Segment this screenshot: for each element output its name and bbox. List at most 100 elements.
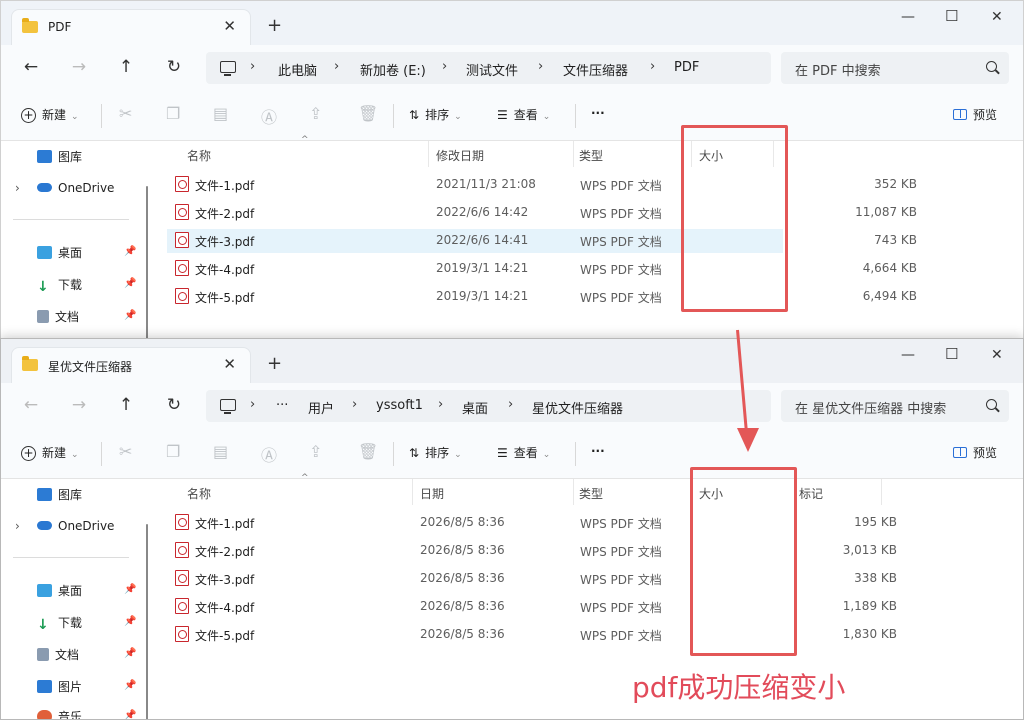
back-button[interactable]: ← — [21, 395, 41, 415]
sidebar-item-documents[interactable]: 文档 — [37, 646, 79, 663]
column-divider[interactable] — [428, 141, 429, 167]
paste-icon[interactable]: ▤ — [213, 104, 228, 123]
document-icon — [37, 648, 49, 661]
breadcrumb-item[interactable]: yssoft1 — [376, 398, 423, 413]
column-divider[interactable] — [573, 141, 574, 167]
sidebar-item-gallery[interactable]: 图库 — [37, 486, 82, 503]
chevron-down-icon: ⌄ — [71, 112, 79, 122]
search-input[interactable]: 在 PDF 中搜索 — [781, 52, 1009, 84]
back-button[interactable]: ← — [21, 57, 41, 77]
scrollbar[interactable] — [146, 186, 148, 339]
pin-icon[interactable]: 📌 — [124, 584, 136, 595]
close-tab-icon[interactable]: ✕ — [223, 17, 236, 35]
scrollbar[interactable] — [146, 524, 148, 719]
address-bar[interactable]: › 此电脑 › 新加卷 (E:) › 测试文件 › 文件压缩器 › PDF — [206, 52, 771, 84]
rename-icon[interactable]: Ⓐ — [261, 104, 277, 128]
view-button[interactable]: ☰ 查看 ⌄ — [497, 444, 550, 461]
more-options-button[interactable]: ··· — [591, 106, 605, 120]
pin-icon[interactable]: 📌 — [124, 710, 136, 719]
sort-button[interactable]: ⇅ 排序 ⌄ — [409, 106, 462, 123]
breadcrumb-item[interactable]: 桌面 — [462, 398, 488, 417]
column-divider[interactable] — [881, 479, 882, 505]
sort-button[interactable]: ⇅ 排序 ⌄ — [409, 444, 462, 461]
breadcrumb-item[interactable]: 文件压缩器 — [563, 60, 628, 79]
rename-icon[interactable]: Ⓐ — [261, 442, 277, 466]
preview-label: 预览 — [972, 446, 997, 460]
pin-icon[interactable]: 📌 — [124, 278, 136, 289]
new-tab-button[interactable]: + — [267, 353, 282, 374]
more-options-button[interactable]: ··· — [591, 444, 605, 458]
column-header-name[interactable]: 名称 — [187, 485, 211, 502]
new-tab-button[interactable]: + — [267, 15, 282, 36]
cut-icon[interactable]: ✂ — [119, 442, 132, 461]
sidebar-item-onedrive[interactable]: OneDrive — [37, 519, 114, 533]
breadcrumb-overflow[interactable]: ··· — [276, 398, 288, 413]
cut-icon[interactable]: ✂ — [119, 104, 132, 123]
copy-icon[interactable]: ❐ — [166, 442, 180, 461]
tab-pdf[interactable]: PDF ✕ — [11, 9, 251, 45]
copy-icon[interactable]: ❐ — [166, 104, 180, 123]
refresh-button[interactable]: ↻ — [164, 395, 184, 415]
sidebar-item-desktop[interactable]: 桌面 — [37, 582, 82, 599]
column-header-date[interactable]: 修改日期 — [436, 147, 484, 164]
breadcrumb-item[interactable]: 测试文件 — [466, 60, 518, 79]
address-bar[interactable]: › ··· 用户 › yssoft1 › 桌面 › 星优文件压缩器 — [206, 390, 771, 422]
delete-icon[interactable]: 🗑 — [358, 104, 378, 123]
column-divider[interactable] — [412, 479, 413, 505]
breadcrumb-item[interactable]: 新加卷 (E:) — [360, 60, 426, 79]
pin-icon[interactable]: 📌 — [124, 310, 136, 321]
computer-icon — [220, 61, 236, 76]
preview-pane-button[interactable]: 预览 — [952, 444, 997, 461]
new-button[interactable]: + 新建 ⌄ — [21, 106, 79, 123]
column-divider[interactable] — [573, 479, 574, 505]
delete-icon[interactable]: 🗑 — [358, 442, 378, 461]
forward-button[interactable]: → — [69, 57, 89, 77]
sidebar-item-gallery[interactable]: 图库 — [37, 148, 82, 165]
divider — [101, 442, 102, 466]
column-header-tags[interactable]: 标记 — [799, 485, 823, 502]
sidebar-item-music[interactable]: 音乐 — [37, 708, 82, 719]
share-icon[interactable]: ⇪ — [309, 104, 322, 123]
column-header-date[interactable]: 日期 — [420, 485, 444, 502]
minimize-button[interactable]: — — [901, 9, 915, 25]
close-window-button[interactable]: ✕ — [991, 347, 1003, 363]
chevron-right-icon: › — [442, 59, 448, 74]
pin-icon[interactable]: 📌 — [124, 246, 136, 257]
sidebar-item-documents[interactable]: 文档 — [37, 308, 79, 325]
maximize-button[interactable]: ☐ — [945, 7, 958, 25]
sidebar-item-desktop[interactable]: 桌面 — [37, 244, 82, 261]
column-header-name[interactable]: 名称 — [187, 147, 211, 164]
sidebar-item-downloads[interactable]: ↓ 下载 — [37, 614, 82, 633]
refresh-button[interactable]: ↻ — [164, 57, 184, 77]
pin-icon[interactable]: 📌 — [124, 680, 136, 691]
search-input[interactable]: 在 星优文件压缩器 中搜索 — [781, 390, 1009, 422]
paste-icon[interactable]: ▤ — [213, 442, 228, 461]
sidebar-item-onedrive[interactable]: OneDrive — [37, 181, 114, 195]
pin-icon[interactable]: 📌 — [124, 616, 136, 627]
up-button[interactable]: ↑ — [116, 57, 136, 77]
forward-button[interactable]: → — [69, 395, 89, 415]
share-icon[interactable]: ⇪ — [309, 442, 322, 461]
file-type: WPS PDF 文档 — [580, 179, 662, 193]
pin-icon[interactable]: 📌 — [124, 648, 136, 659]
column-header-type[interactable]: 类型 — [579, 485, 603, 502]
chevron-right-icon: › — [250, 59, 256, 74]
breadcrumb-item[interactable]: 此电脑 — [278, 60, 317, 79]
chevron-right-icon[interactable]: › — [15, 181, 20, 195]
breadcrumb-item[interactable]: 星优文件压缩器 — [532, 398, 623, 417]
maximize-button[interactable]: ☐ — [945, 345, 958, 363]
breadcrumb-item[interactable]: 用户 — [308, 398, 334, 417]
preview-pane-button[interactable]: 预览 — [952, 106, 997, 123]
chevron-right-icon[interactable]: › — [15, 519, 20, 533]
column-header-type[interactable]: 类型 — [579, 147, 603, 164]
sidebar-item-downloads[interactable]: ↓ 下载 — [37, 276, 82, 295]
close-window-button[interactable]: ✕ — [991, 9, 1003, 25]
sidebar-item-pictures[interactable]: 图片 — [37, 678, 82, 695]
up-button[interactable]: ↑ — [116, 395, 136, 415]
view-button[interactable]: ☰ 查看 ⌄ — [497, 106, 550, 123]
breadcrumb-item[interactable]: PDF — [674, 60, 699, 75]
tab-compressor[interactable]: 星优文件压缩器 ✕ — [11, 347, 251, 383]
close-tab-icon[interactable]: ✕ — [223, 355, 236, 373]
new-button[interactable]: + 新建 ⌄ — [21, 444, 79, 461]
minimize-button[interactable]: — — [901, 347, 915, 363]
